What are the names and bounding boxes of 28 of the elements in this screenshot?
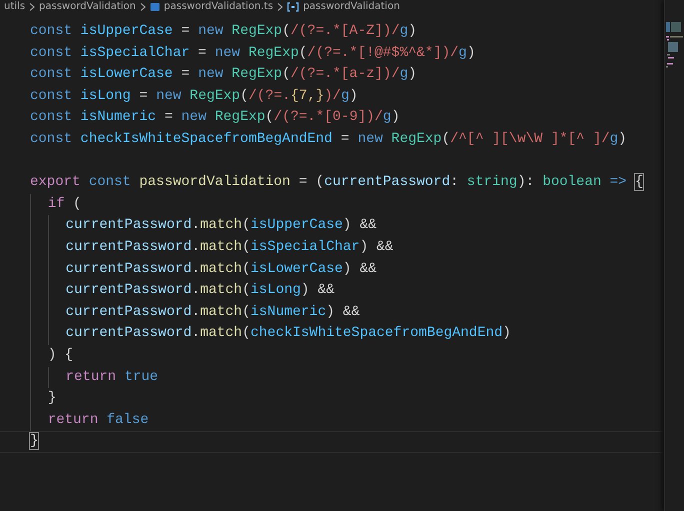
code-line: currentPassword.match(checkIsWhiteSpacefromBegAndEnd) [0,323,664,345]
breadcrumb-item[interactable]: passwordValidation [39,0,136,12]
breadcrumb-item[interactable]: utils [4,0,26,12]
file-icon [150,2,160,12]
breadcrumb-item[interactable]: passwordValidation [303,0,400,12]
code-line: } [0,388,664,410]
code-line: const isNumeric = new RegExp(/(?=.*[0-9])/g) [29,108,401,128]
code-line: if ( [0,194,664,216]
code-line: currentPassword.match(isSpecialChar) && [0,236,664,259]
code-line: export const passwordValidation = (currentPassword: string): boolean => { [29,173,644,192]
code-line: return true [0,366,664,388]
code-line: } [0,431,664,453]
code-line: currentPassword.match(isLong) && [0,280,664,302]
chevron-right-icon [277,2,284,10]
code-line: return false [0,410,664,432]
code-line: const isUpperCase = new RegExp(/(?=.*[A-Z])/g) [29,22,418,41]
code-line: ) { [0,344,664,366]
code-line: const isLowerCase = new RegExp(/(?=.*[a-z])/g) [29,65,418,84]
code-line: const checkIsWhiteSpacefromBegAndEnd = new RegExp(/^[^ ][\w\W ]*[^ ]/g) [29,130,628,149]
chevron-right-icon [29,2,36,10]
chevron-right-icon [140,2,146,10]
code-line: const isSpecialChar = new RegExp(/(?=.*[!@#$%^&*])/g) [29,44,476,63]
code-line: currentPassword.match(isUpperCase) && [0,215,664,237]
symbol-icon [287,2,300,12]
code-line: const isLong = new RegExp(/(?=.{7,})/g) [29,86,359,106]
breadcrumb-item[interactable]: passwordValidation.ts [164,0,274,12]
code-line: currentPassword.match(isLowerCase) && [0,258,664,280]
code-line: currentPassword.match(isNumeric) && [0,302,664,324]
